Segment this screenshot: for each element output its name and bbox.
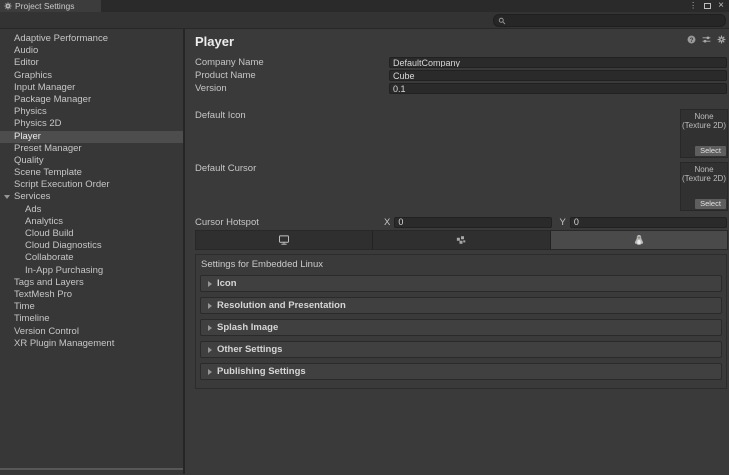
sidebar-resize-handle[interactable]: [0, 468, 183, 470]
hotspot-y-label: Y: [560, 217, 566, 228]
sidebar-item-cloud-build[interactable]: Cloud Build: [0, 228, 183, 240]
gear-icon[interactable]: [717, 35, 726, 44]
window-tab[interactable]: Project Settings: [0, 0, 101, 12]
embedded-linux-penguin-icon: [633, 234, 645, 246]
cursor-hotspot-label: Cursor Hotspot: [195, 217, 384, 228]
settings-for-platform-label: Settings for Embedded Linux: [196, 255, 726, 270]
sidebar-item-input-manager[interactable]: Input Manager: [0, 82, 183, 94]
section-label: Splash Image: [217, 322, 278, 333]
tab-dedicated-server[interactable]: [373, 231, 550, 249]
section-resolution-and-presentation[interactable]: Resolution and Presentation: [200, 297, 722, 314]
close-icon[interactable]: ×: [718, 1, 724, 11]
sidebar-item-collaborate[interactable]: Collaborate: [0, 252, 183, 264]
version-label: Version: [195, 83, 227, 94]
version-field[interactable]: [389, 83, 727, 94]
product-name-field[interactable]: [389, 70, 727, 81]
sidebar-item-physics[interactable]: Physics: [0, 106, 183, 118]
sidebar-item-package-manager[interactable]: Package Manager: [0, 94, 183, 106]
gear-icon: [4, 2, 12, 10]
hotspot-y-field[interactable]: [570, 217, 727, 228]
section-label: Other Settings: [217, 344, 282, 355]
search-input[interactable]: [509, 15, 725, 26]
header-icons: ?: [687, 35, 726, 44]
sidebar-item-services[interactable]: Services: [0, 191, 183, 203]
preset-icon[interactable]: [702, 35, 711, 44]
section-label: Resolution and Presentation: [217, 300, 346, 311]
page-title: Player: [195, 34, 234, 49]
tab-embedded-linux[interactable]: [551, 231, 727, 249]
sidebar-item-physics-2d[interactable]: Physics 2D: [0, 118, 183, 130]
project-settings-window: Project Settings ⋮ × Adaptive Performanc…: [0, 0, 729, 475]
window-menu-icon[interactable]: ⋮: [689, 2, 697, 10]
chevron-down-icon[interactable]: [4, 195, 10, 199]
section-publishing-settings[interactable]: Publishing Settings: [200, 363, 722, 380]
sidebar-item-adaptive-performance[interactable]: Adaptive Performance: [0, 33, 183, 45]
chevron-right-icon: [208, 281, 212, 287]
toolbar: [0, 12, 729, 29]
window-controls: ⋮ ×: [689, 0, 729, 12]
hotspot-x-label: X: [384, 217, 390, 228]
sidebar-item-ads[interactable]: Ads: [0, 204, 183, 216]
company-name-label: Company Name: [195, 57, 264, 68]
texture-none-text: None (Texture 2D): [681, 165, 727, 183]
desktop-icon: [278, 234, 290, 246]
sidebar-item-time[interactable]: Time: [0, 301, 183, 313]
sidebar-item-quality[interactable]: Quality: [0, 155, 183, 167]
sidebar-item-scene-template[interactable]: Scene Template: [0, 167, 183, 179]
window-title: Project Settings: [15, 1, 75, 11]
sidebar-item-tags-and-layers[interactable]: Tags and Layers: [0, 277, 183, 289]
sidebar-item-version-control[interactable]: Version Control: [0, 326, 183, 338]
default-cursor-label: Default Cursor: [195, 163, 256, 174]
chevron-right-icon: [208, 347, 212, 353]
default-icon-texture-well[interactable]: None (Texture 2D) Select: [680, 109, 728, 158]
section-icon[interactable]: Icon: [200, 275, 722, 292]
sidebar-item-audio[interactable]: Audio: [0, 45, 183, 57]
sidebar-item-cloud-diagnostics[interactable]: Cloud Diagnostics: [0, 240, 183, 252]
tab-desktop[interactable]: [196, 231, 373, 249]
sidebar-item-in-app-purchasing[interactable]: In-App Purchasing: [0, 265, 183, 277]
section-other-settings[interactable]: Other Settings: [200, 341, 722, 358]
select-button[interactable]: Select: [695, 199, 726, 209]
chevron-right-icon: [208, 369, 212, 375]
settings-group: Settings for Embedded Linux Icon Resolut…: [195, 254, 727, 389]
section-label: Icon: [217, 278, 237, 289]
title-bar: Project Settings ⋮ ×: [0, 0, 729, 12]
select-button[interactable]: Select: [695, 146, 726, 156]
sidebar-item-analytics[interactable]: Analytics: [0, 216, 183, 228]
sidebar-item-player[interactable]: Player: [0, 131, 183, 143]
sidebar-item-xr-plugin-management[interactable]: XR Plugin Management: [0, 338, 183, 350]
sidebar-item-textmesh-pro[interactable]: TextMesh Pro: [0, 289, 183, 301]
sidebar-item-graphics[interactable]: Graphics: [0, 70, 183, 82]
sidebar-item-label: Services: [14, 191, 50, 202]
company-name-field[interactable]: [389, 57, 727, 68]
help-icon[interactable]: ?: [687, 35, 696, 44]
sidebar-item-timeline[interactable]: Timeline: [0, 313, 183, 325]
chevron-right-icon: [208, 303, 212, 309]
search-icon: [498, 17, 506, 25]
platform-tabs: [195, 230, 728, 250]
sidebar-item-preset-manager[interactable]: Preset Manager: [0, 143, 183, 155]
default-cursor-texture-well[interactable]: None (Texture 2D) Select: [680, 162, 728, 211]
section-splash-image[interactable]: Splash Image: [200, 319, 722, 336]
section-label: Publishing Settings: [217, 366, 306, 377]
texture-none-text: None (Texture 2D): [681, 112, 727, 130]
chevron-right-icon: [208, 325, 212, 331]
settings-sidebar: Adaptive Performance Audio Editor Graphi…: [0, 29, 185, 474]
dedicated-server-icon: [455, 234, 467, 246]
maximize-icon[interactable]: [704, 3, 711, 9]
product-name-label: Product Name: [195, 70, 256, 81]
cursor-hotspot-row: Cursor Hotspot X Y: [195, 216, 727, 228]
search-field[interactable]: [493, 14, 726, 27]
sidebar-item-editor[interactable]: Editor: [0, 57, 183, 69]
default-icon-label: Default Icon: [195, 110, 246, 121]
sidebar-item-script-execution-order[interactable]: Script Execution Order: [0, 179, 183, 191]
svg-text:?: ?: [690, 37, 694, 44]
hotspot-x-field[interactable]: [394, 217, 551, 228]
player-settings-panel: Player ?: [185, 29, 729, 474]
